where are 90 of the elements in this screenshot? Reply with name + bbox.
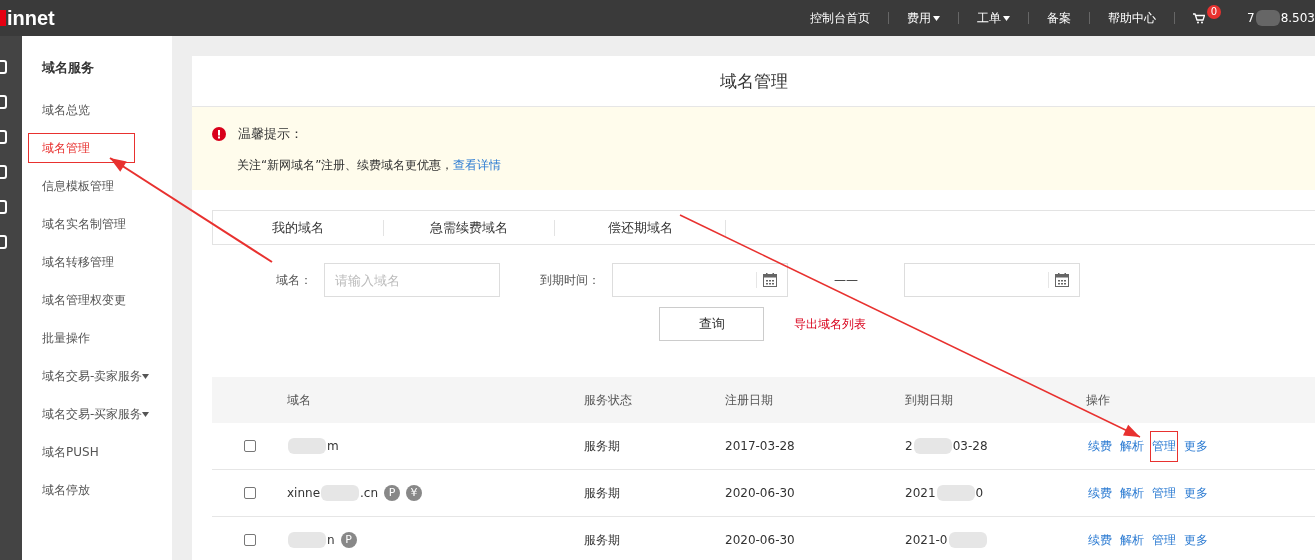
row-checkbox[interactable]	[243, 487, 256, 499]
account-name[interactable]: 8.503	[1280, 11, 1315, 25]
menu-icon[interactable]	[0, 200, 8, 214]
row-action-link[interactable]: 更多	[1182, 430, 1210, 462]
sidebar-item[interactable]: 域名交易-买家服务	[28, 399, 163, 429]
domain-badge: P	[340, 532, 357, 548]
calendar-icon[interactable]	[763, 273, 777, 287]
row-action-link[interactable]: 解析	[1118, 430, 1146, 462]
expiry-date: 0	[975, 486, 984, 500]
export-link[interactable]: 导出域名列表	[794, 315, 866, 333]
range-separator: ——	[834, 273, 858, 287]
row-checkbox[interactable]	[243, 440, 256, 452]
domain-name: m	[327, 439, 339, 453]
menu-icon[interactable]	[0, 235, 8, 249]
calendar-icon[interactable]	[1055, 273, 1069, 287]
domain-badge: ¥	[406, 485, 423, 501]
table-cell-text: 2020-06-30	[725, 486, 796, 500]
expiry-date: 2	[905, 439, 913, 453]
logo[interactable]: innet	[0, 6, 55, 30]
menu-icon[interactable]	[0, 95, 8, 109]
notice-title: 温馨提示：	[238, 125, 303, 143]
row-action-link[interactable]: 管理	[1150, 477, 1178, 509]
sidebar-item[interactable]: 批量操作	[28, 323, 103, 353]
domain-name: xinne	[287, 486, 321, 500]
sidebar-item[interactable]: 域名PUSH	[28, 437, 112, 467]
field-label: 域名：	[276, 271, 312, 289]
sidebar-item[interactable]: 域名交易-卖家服务	[28, 361, 163, 391]
top-nav-link[interactable]: 控制台首页	[792, 9, 888, 27]
column-header: 服务状态	[584, 391, 633, 409]
redaction-blur	[913, 438, 952, 454]
table-cell-text: 服务期	[584, 484, 621, 502]
date-field[interactable]	[904, 263, 1080, 297]
row-checkbox[interactable]	[243, 534, 256, 546]
notice-text: 关注“新网域名”注册、续费域名更优惠，	[237, 158, 454, 172]
table-cell-text: 2017-03-28	[725, 439, 796, 453]
field-label: 到期时间：	[540, 271, 600, 289]
column-header: 域名	[287, 391, 312, 409]
sidebar-item[interactable]: 域名管理	[28, 133, 135, 163]
domain-input-field[interactable]: 请输入域名	[324, 263, 500, 297]
top-nav-link[interactable]: 帮助中心	[1090, 9, 1174, 27]
menu-icon[interactable]	[0, 165, 8, 179]
redaction-blur	[936, 485, 975, 501]
domain-badge: P	[384, 485, 401, 501]
top-nav-link[interactable]: 备案	[1029, 9, 1089, 27]
expiry-date: 2021-0	[905, 533, 948, 547]
sidebar-item[interactable]: 域名管理权变更	[28, 285, 139, 315]
top-nav-link[interactable]: 工单	[959, 9, 1028, 27]
row-action-link[interactable]: 续费	[1086, 430, 1114, 462]
redaction-blur	[1255, 10, 1280, 26]
sidebar-title: 域名服务	[42, 59, 95, 77]
redaction-blur	[288, 438, 326, 454]
redaction-blur	[948, 532, 987, 548]
sidebar-item[interactable]: 域名总览	[28, 95, 103, 125]
account-name[interactable]: 7	[1247, 11, 1255, 25]
row-action-link[interactable]: 管理	[1150, 430, 1178, 462]
sidebar-item[interactable]: 信息模板管理	[28, 171, 127, 201]
row-action-link[interactable]: 管理	[1150, 524, 1178, 556]
details-link[interactable]: 查看详情	[453, 158, 502, 172]
expiry-date: 03-28	[952, 439, 988, 453]
table-cell-text: 服务期	[584, 531, 621, 549]
domain-name: .cn	[360, 486, 379, 500]
row-action-link[interactable]: 更多	[1182, 524, 1210, 556]
alert-icon	[212, 127, 226, 141]
row-action-link[interactable]: 续费	[1086, 524, 1114, 556]
table-cell-text: 2020-06-30	[725, 533, 796, 547]
top-nav-link[interactable]: 费用	[889, 9, 958, 27]
query-button[interactable]: 查询	[659, 307, 764, 341]
cart-icon[interactable]	[1193, 12, 1205, 24]
row-action-link[interactable]: 更多	[1182, 477, 1210, 509]
redaction-blur	[288, 532, 326, 548]
column-header: 操作	[1086, 391, 1110, 409]
sidebar-item[interactable]: 域名转移管理	[28, 247, 127, 277]
date-field[interactable]	[612, 263, 788, 297]
column-header: 注册日期	[725, 391, 774, 409]
column-header: 到期日期	[905, 391, 954, 409]
redaction-blur	[321, 485, 360, 501]
tab[interactable]: 偿还期域名	[555, 219, 726, 236]
menu-icon[interactable]	[0, 130, 8, 144]
expiry-date: 2021	[905, 486, 936, 500]
cart-count-badge: 0	[1207, 4, 1221, 19]
row-action-link[interactable]: 续费	[1086, 477, 1114, 509]
menu-icon[interactable]	[0, 60, 8, 74]
row-action-link[interactable]: 解析	[1118, 477, 1146, 509]
sidebar-item[interactable]: 域名实名制管理	[28, 209, 139, 239]
table-cell-text: 服务期	[584, 437, 621, 455]
domain-name: n	[327, 533, 335, 547]
tab[interactable]: 急需续费域名	[384, 219, 555, 236]
sidebar-item[interactable]: 域名停放	[28, 475, 103, 505]
row-action-link[interactable]: 解析	[1118, 524, 1146, 556]
tab[interactable]: 我的域名	[213, 219, 384, 236]
